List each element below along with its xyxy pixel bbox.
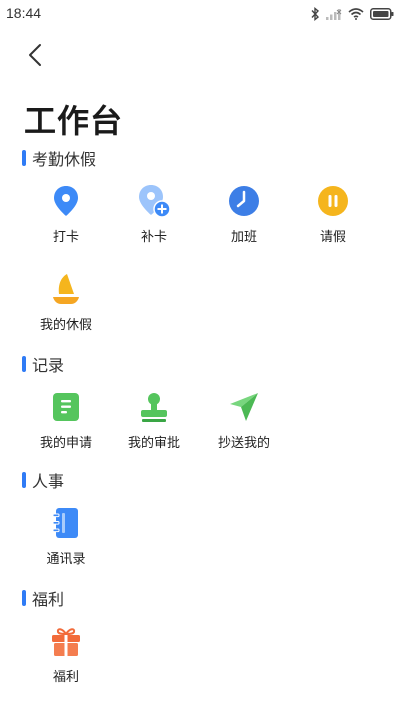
section-title: 福利	[32, 590, 65, 609]
tile-leave-request[interactable]: 请假	[289, 184, 377, 254]
tile-cc-to-me[interactable]: 抄送我的	[200, 390, 288, 460]
gift-icon	[49, 624, 83, 658]
section-header-benefits: 福利	[22, 588, 65, 609]
section-header-hr: 人事	[22, 470, 65, 491]
contacts-book-icon	[49, 506, 83, 540]
page-title: 工作台	[24, 102, 124, 140]
tile-label: 我的休假	[39, 318, 92, 333]
document-icon	[49, 390, 83, 424]
tile-label: 抄送我的	[217, 436, 270, 451]
section-title: 考勤休假	[32, 150, 97, 169]
battery-icon	[370, 8, 394, 20]
sailboat-icon	[49, 272, 83, 306]
section-accent-bar	[22, 472, 26, 488]
tile-label: 我的申请	[39, 436, 92, 451]
section-accent-bar	[22, 150, 26, 166]
tile-label: 补卡	[140, 230, 167, 245]
section-header-attendance: 考勤休假	[22, 148, 97, 169]
clock-icon	[227, 184, 261, 218]
section-header-records: 记录	[22, 354, 65, 375]
pause-icon	[316, 184, 350, 218]
tile-label: 请假	[319, 230, 346, 245]
tile-label: 通讯录	[46, 552, 86, 567]
tile-my-approvals[interactable]: 我的审批	[110, 390, 198, 460]
send-icon	[227, 390, 261, 424]
section-accent-bar	[22, 356, 26, 372]
signal-icon	[326, 8, 342, 20]
chevron-left-icon	[28, 43, 42, 71]
wifi-icon	[348, 8, 364, 20]
status-icons	[310, 6, 394, 22]
section-title: 人事	[32, 472, 65, 491]
status-time: 18:44	[6, 5, 42, 21]
location-pin-icon	[49, 184, 83, 218]
back-button[interactable]	[20, 42, 50, 72]
tile-clock-in[interactable]: 打卡	[22, 184, 110, 254]
section-accent-bar	[22, 590, 26, 606]
tile-label: 打卡	[52, 230, 79, 245]
stamp-icon	[137, 390, 171, 424]
tile-contacts[interactable]: 通讯录	[22, 506, 110, 576]
tile-overtime[interactable]: 加班	[200, 184, 288, 254]
tile-label: 我的审批	[127, 436, 180, 451]
section-title: 记录	[32, 356, 65, 375]
tile-benefits[interactable]: 福利	[22, 624, 110, 694]
add-location-icon	[137, 184, 171, 218]
bluetooth-icon	[310, 7, 320, 21]
tile-label: 福利	[52, 670, 79, 685]
tile-my-vacation[interactable]: 我的休假	[22, 272, 110, 342]
status-bar: 18:44	[0, 0, 400, 28]
tile-label: 加班	[230, 230, 257, 245]
tile-makeup-clock[interactable]: 补卡	[110, 184, 198, 254]
tile-my-applications[interactable]: 我的申请	[22, 390, 110, 460]
